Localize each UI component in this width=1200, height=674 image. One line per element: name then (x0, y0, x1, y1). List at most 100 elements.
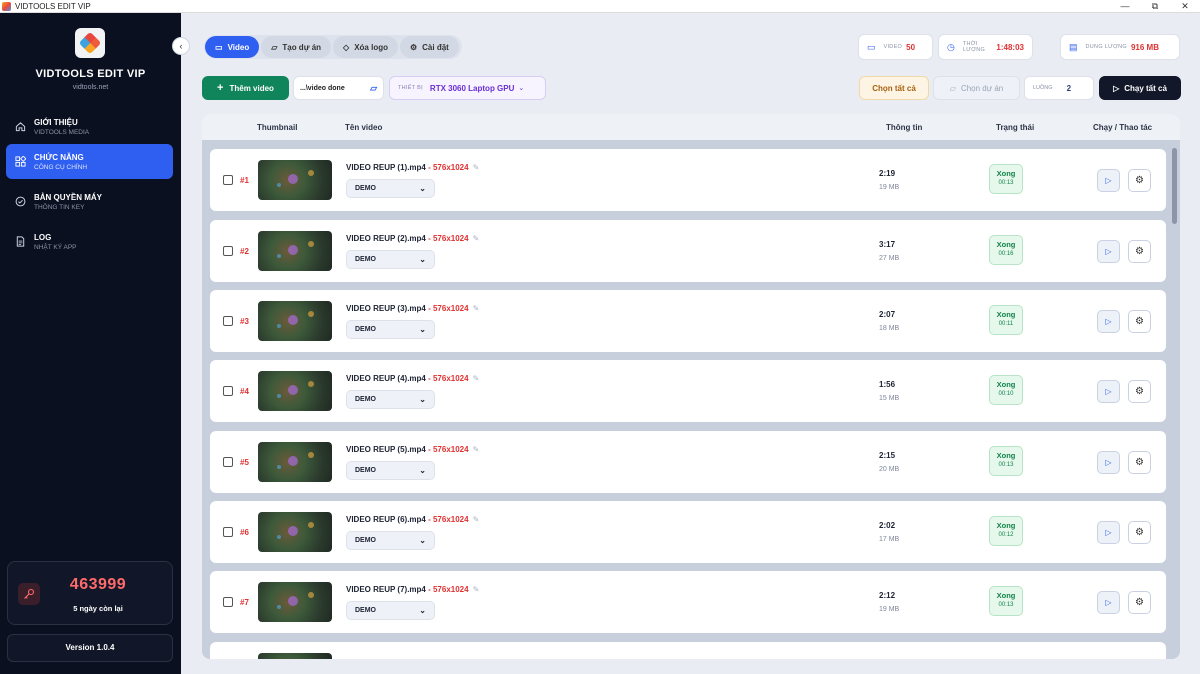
pencil-icon[interactable]: ✎ (473, 515, 480, 524)
sidebar-item-log[interactable]: LOG NHẬT KÝ APP (6, 224, 173, 259)
play-button[interactable]: ▷ (1097, 380, 1120, 403)
table-row[interactable] (210, 642, 1166, 659)
device-select[interactable]: THIẾT BỊ RTX 3060 Laptop GPU ⌄ (389, 76, 546, 100)
row-settings-button[interactable]: ⚙ (1128, 521, 1151, 544)
pencil-icon[interactable]: ✎ (473, 234, 480, 243)
preset-select[interactable]: DEMO ⌄ (346, 461, 435, 480)
eraser-icon: ◇ (343, 42, 350, 52)
video-thumbnail[interactable] (258, 582, 332, 622)
row-checkbox[interactable] (223, 316, 233, 326)
row-checkbox[interactable] (223, 175, 233, 185)
table-row[interactable]: #2 VIDEO REUP (2).mp4 - 576x1024 ✎ DEMO ⌄ 3:1… (210, 220, 1166, 282)
table-row[interactable]: #6 VIDEO REUP (6).mp4 - 576x1024 ✎ DEMO ⌄ 2:0… (210, 501, 1166, 563)
row-checkbox[interactable] (223, 597, 233, 607)
stat-storage: ▤ DUNG LƯỢNG 916 MB (1060, 34, 1180, 60)
tab-remove-logo[interactable]: ◇ Xóa logo (333, 36, 398, 58)
row-checkbox[interactable] (223, 527, 233, 537)
sidebar-item-license[interactable]: BẢN QUYỀN MÁY THÔNG TIN KEY (6, 184, 173, 219)
run-all-button[interactable]: ▷ Chạy tất cả (1099, 76, 1181, 100)
add-video-button[interactable]: + Thêm video (202, 76, 289, 100)
preset-select[interactable]: DEMO ⌄ (346, 179, 435, 198)
table-row[interactable]: #5 VIDEO REUP (5).mp4 - 576x1024 ✎ DEMO ⌄ 2:1… (210, 431, 1166, 493)
table-row[interactable]: #3 VIDEO REUP (3).mp4 - 576x1024 ✎ DEMO ⌄ 2:0… (210, 290, 1166, 352)
video-size: 19 MB (879, 184, 900, 191)
preset-select[interactable]: DEMO ⌄ (346, 390, 435, 409)
video-duration: 2:07 (879, 310, 896, 319)
gear-icon: ⚙ (1135, 527, 1144, 538)
output-folder-picker[interactable]: ...\video done ▱ (293, 76, 384, 100)
row-settings-button[interactable]: ⚙ (1128, 169, 1151, 192)
table-row[interactable]: #7 VIDEO REUP (7).mp4 - 576x1024 ✎ DEMO ⌄ 2:1… (210, 571, 1166, 633)
chevron-down-icon: ⌄ (419, 536, 426, 545)
play-button[interactable]: ▷ (1097, 310, 1120, 333)
preset-select[interactable]: DEMO ⌄ (346, 531, 435, 550)
status-text: Xong (996, 380, 1016, 389)
brand-name: VIDTOOLS EDIT VIP (35, 68, 146, 80)
sidebar-item-intro[interactable]: GIỚI THIỆU VIDTOOLS MEDIA (6, 109, 173, 144)
video-thumbnail[interactable] (258, 301, 332, 341)
video-filename: VIDEO REUP (1).mp4 (346, 163, 426, 172)
video-thumbnail[interactable] (258, 653, 332, 659)
row-settings-button[interactable]: ⚙ (1128, 240, 1151, 263)
row-checkbox[interactable] (223, 386, 233, 396)
gear-icon: ⚙ (1135, 386, 1144, 397)
video-filename: VIDEO REUP (5).mp4 (346, 445, 426, 454)
video-name: VIDEO REUP (7).mp4 - 576x1024 ✎ (346, 585, 479, 594)
grid-icon (14, 156, 26, 168)
preset-select[interactable]: DEMO ⌄ (346, 601, 435, 620)
stat-label: VIDEO (883, 44, 903, 50)
play-icon: ▷ (1105, 387, 1112, 396)
tab-create-project[interactable]: ▱ Tạo dự án (261, 36, 332, 58)
select-all-button[interactable]: Chọn tất cả (859, 76, 929, 100)
video-name: VIDEO REUP (3).mp4 - 576x1024 ✎ (346, 304, 479, 313)
row-checkbox[interactable] (223, 246, 233, 256)
sidebar-item-features[interactable]: CHỨC NĂNG CÔNG CỤ CHÍNH (6, 144, 173, 179)
video-thumbnail[interactable] (258, 442, 332, 482)
row-checkbox[interactable] (223, 457, 233, 467)
preset-select[interactable]: DEMO ⌄ (346, 250, 435, 269)
row-index: #1 (240, 176, 249, 185)
pencil-icon[interactable]: ✎ (473, 304, 480, 313)
row-settings-button[interactable]: ⚙ (1128, 380, 1151, 403)
play-button[interactable]: ▷ (1097, 521, 1120, 544)
tab-label: Video (227, 42, 250, 52)
row-settings-button[interactable]: ⚙ (1128, 451, 1151, 474)
threads-value: 2 (1066, 83, 1072, 93)
pencil-icon[interactable]: ✎ (473, 163, 480, 172)
play-icon: ▷ (1105, 317, 1112, 326)
tab-settings[interactable]: ⚙ Cài đặt (399, 36, 459, 58)
play-button[interactable]: ▷ (1097, 240, 1120, 263)
video-filename: VIDEO REUP (2).mp4 (346, 234, 426, 243)
close-button[interactable]: ✕ (1170, 0, 1200, 13)
play-button[interactable]: ▷ (1097, 451, 1120, 474)
folder-open-icon: ▱ (370, 82, 377, 93)
row-settings-button[interactable]: ⚙ (1128, 591, 1151, 614)
pencil-icon[interactable]: ✎ (473, 585, 480, 594)
video-thumbnail[interactable] (258, 160, 332, 200)
video-thumbnail[interactable] (258, 371, 332, 411)
sidebar-item-title: CHỨC NĂNG (34, 152, 84, 162)
button-label: Chạy tất cả (1124, 83, 1167, 93)
threads-input[interactable]: LUỒNG 2 (1024, 76, 1094, 100)
sidebar-collapse-button[interactable]: ‹ (172, 37, 190, 55)
maximize-button[interactable]: ⧉ (1140, 0, 1170, 13)
document-icon (14, 236, 26, 248)
play-button[interactable]: ▷ (1097, 169, 1120, 192)
table-row[interactable]: #1 VIDEO REUP (1).mp4 - 576x1024 ✎ DEMO ⌄ 2:1… (210, 149, 1166, 211)
list-scrollbar[interactable] (1172, 148, 1177, 224)
gear-icon: ⚙ (1135, 246, 1144, 257)
video-thumbnail[interactable] (258, 231, 332, 271)
preset-select[interactable]: DEMO ⌄ (346, 320, 435, 339)
play-button[interactable]: ▷ (1097, 591, 1120, 614)
table-row[interactable]: #4 VIDEO REUP (4).mp4 - 576x1024 ✎ DEMO ⌄ 1:5… (210, 360, 1166, 422)
select-project-button[interactable]: ▱ Chọn dự án (933, 76, 1020, 100)
minimize-button[interactable]: — (1110, 0, 1140, 13)
video-thumbnail[interactable] (258, 512, 332, 552)
row-settings-button[interactable]: ⚙ (1128, 310, 1151, 333)
pencil-icon[interactable]: ✎ (473, 445, 480, 454)
pencil-icon[interactable]: ✎ (473, 374, 480, 383)
video-resolution: - 576x1024 (425, 234, 469, 243)
tab-video[interactable]: ▭ Video (205, 36, 260, 58)
stat-label: THỜI LƯỢNG (962, 41, 986, 53)
video-resolution: - 576x1024 (425, 163, 469, 172)
